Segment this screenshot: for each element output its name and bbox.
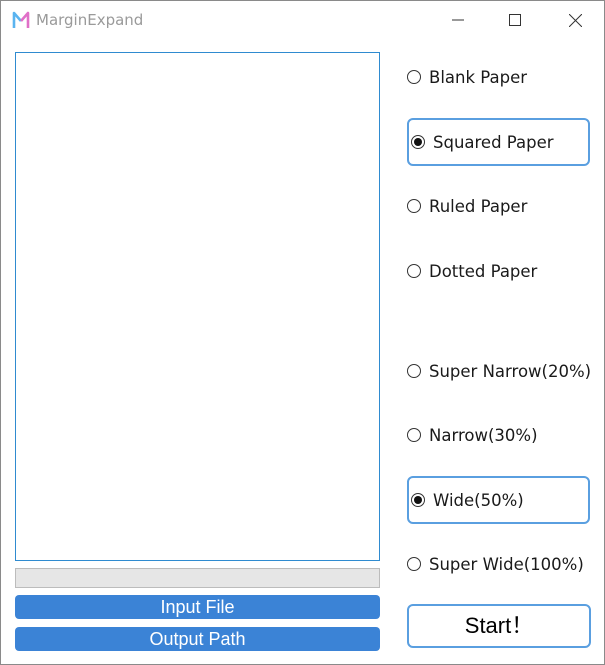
app-window: MarginExpand Input File Output Path Blan…	[0, 0, 605, 665]
radio-circle[interactable]	[411, 135, 425, 149]
radio-circle[interactable]	[411, 493, 425, 507]
input-file-button[interactable]: Input File	[15, 595, 380, 619]
close-button[interactable]	[552, 1, 598, 39]
radio-squared-paper[interactable]: Squared Paper	[407, 118, 590, 166]
radio-dot	[414, 138, 422, 146]
option-label: Blank Paper	[429, 67, 528, 87]
option-label: Narrow(30%)	[429, 425, 538, 445]
radio-super-wide[interactable]: Super Wide(100%)	[407, 540, 590, 588]
minimize-button[interactable]	[435, 1, 481, 39]
radio-dotted-paper[interactable]: Dotted Paper	[407, 247, 590, 295]
option-label: Super Wide(100%)	[429, 554, 584, 574]
radio-narrow[interactable]: Narrow(30%)	[407, 411, 590, 459]
output-path-button[interactable]: Output Path	[15, 627, 380, 651]
radio-blank-paper[interactable]: Blank Paper	[407, 53, 590, 101]
option-label: Wide(50%)	[433, 490, 524, 510]
window-title: MarginExpand	[36, 11, 144, 29]
close-icon	[568, 13, 582, 27]
radio-circle[interactable]	[407, 199, 421, 213]
preview-panel	[15, 52, 380, 561]
radio-wide[interactable]: Wide(50%)	[407, 476, 590, 524]
radio-circle[interactable]	[407, 364, 421, 378]
radio-circle[interactable]	[407, 557, 421, 571]
option-label: Dotted Paper	[429, 261, 538, 281]
radio-circle[interactable]	[407, 264, 421, 278]
start-button[interactable]: Start！	[407, 604, 591, 648]
app-logo-icon	[12, 11, 30, 28]
radio-dot	[414, 496, 422, 504]
option-label: Ruled Paper	[429, 196, 528, 216]
radio-circle[interactable]	[407, 70, 421, 84]
progress-bar	[15, 568, 380, 588]
option-label: Super Narrow(20%)	[429, 361, 592, 381]
radio-circle[interactable]	[407, 428, 421, 442]
minimize-icon	[452, 19, 464, 21]
title-bar[interactable]: MarginExpand	[1, 1, 604, 39]
maximize-icon	[509, 14, 521, 26]
radio-ruled-paper[interactable]: Ruled Paper	[407, 182, 590, 230]
radio-super-narrow[interactable]: Super Narrow(20%)	[407, 347, 592, 395]
option-label: Squared Paper	[433, 132, 554, 152]
maximize-button[interactable]	[492, 1, 538, 39]
